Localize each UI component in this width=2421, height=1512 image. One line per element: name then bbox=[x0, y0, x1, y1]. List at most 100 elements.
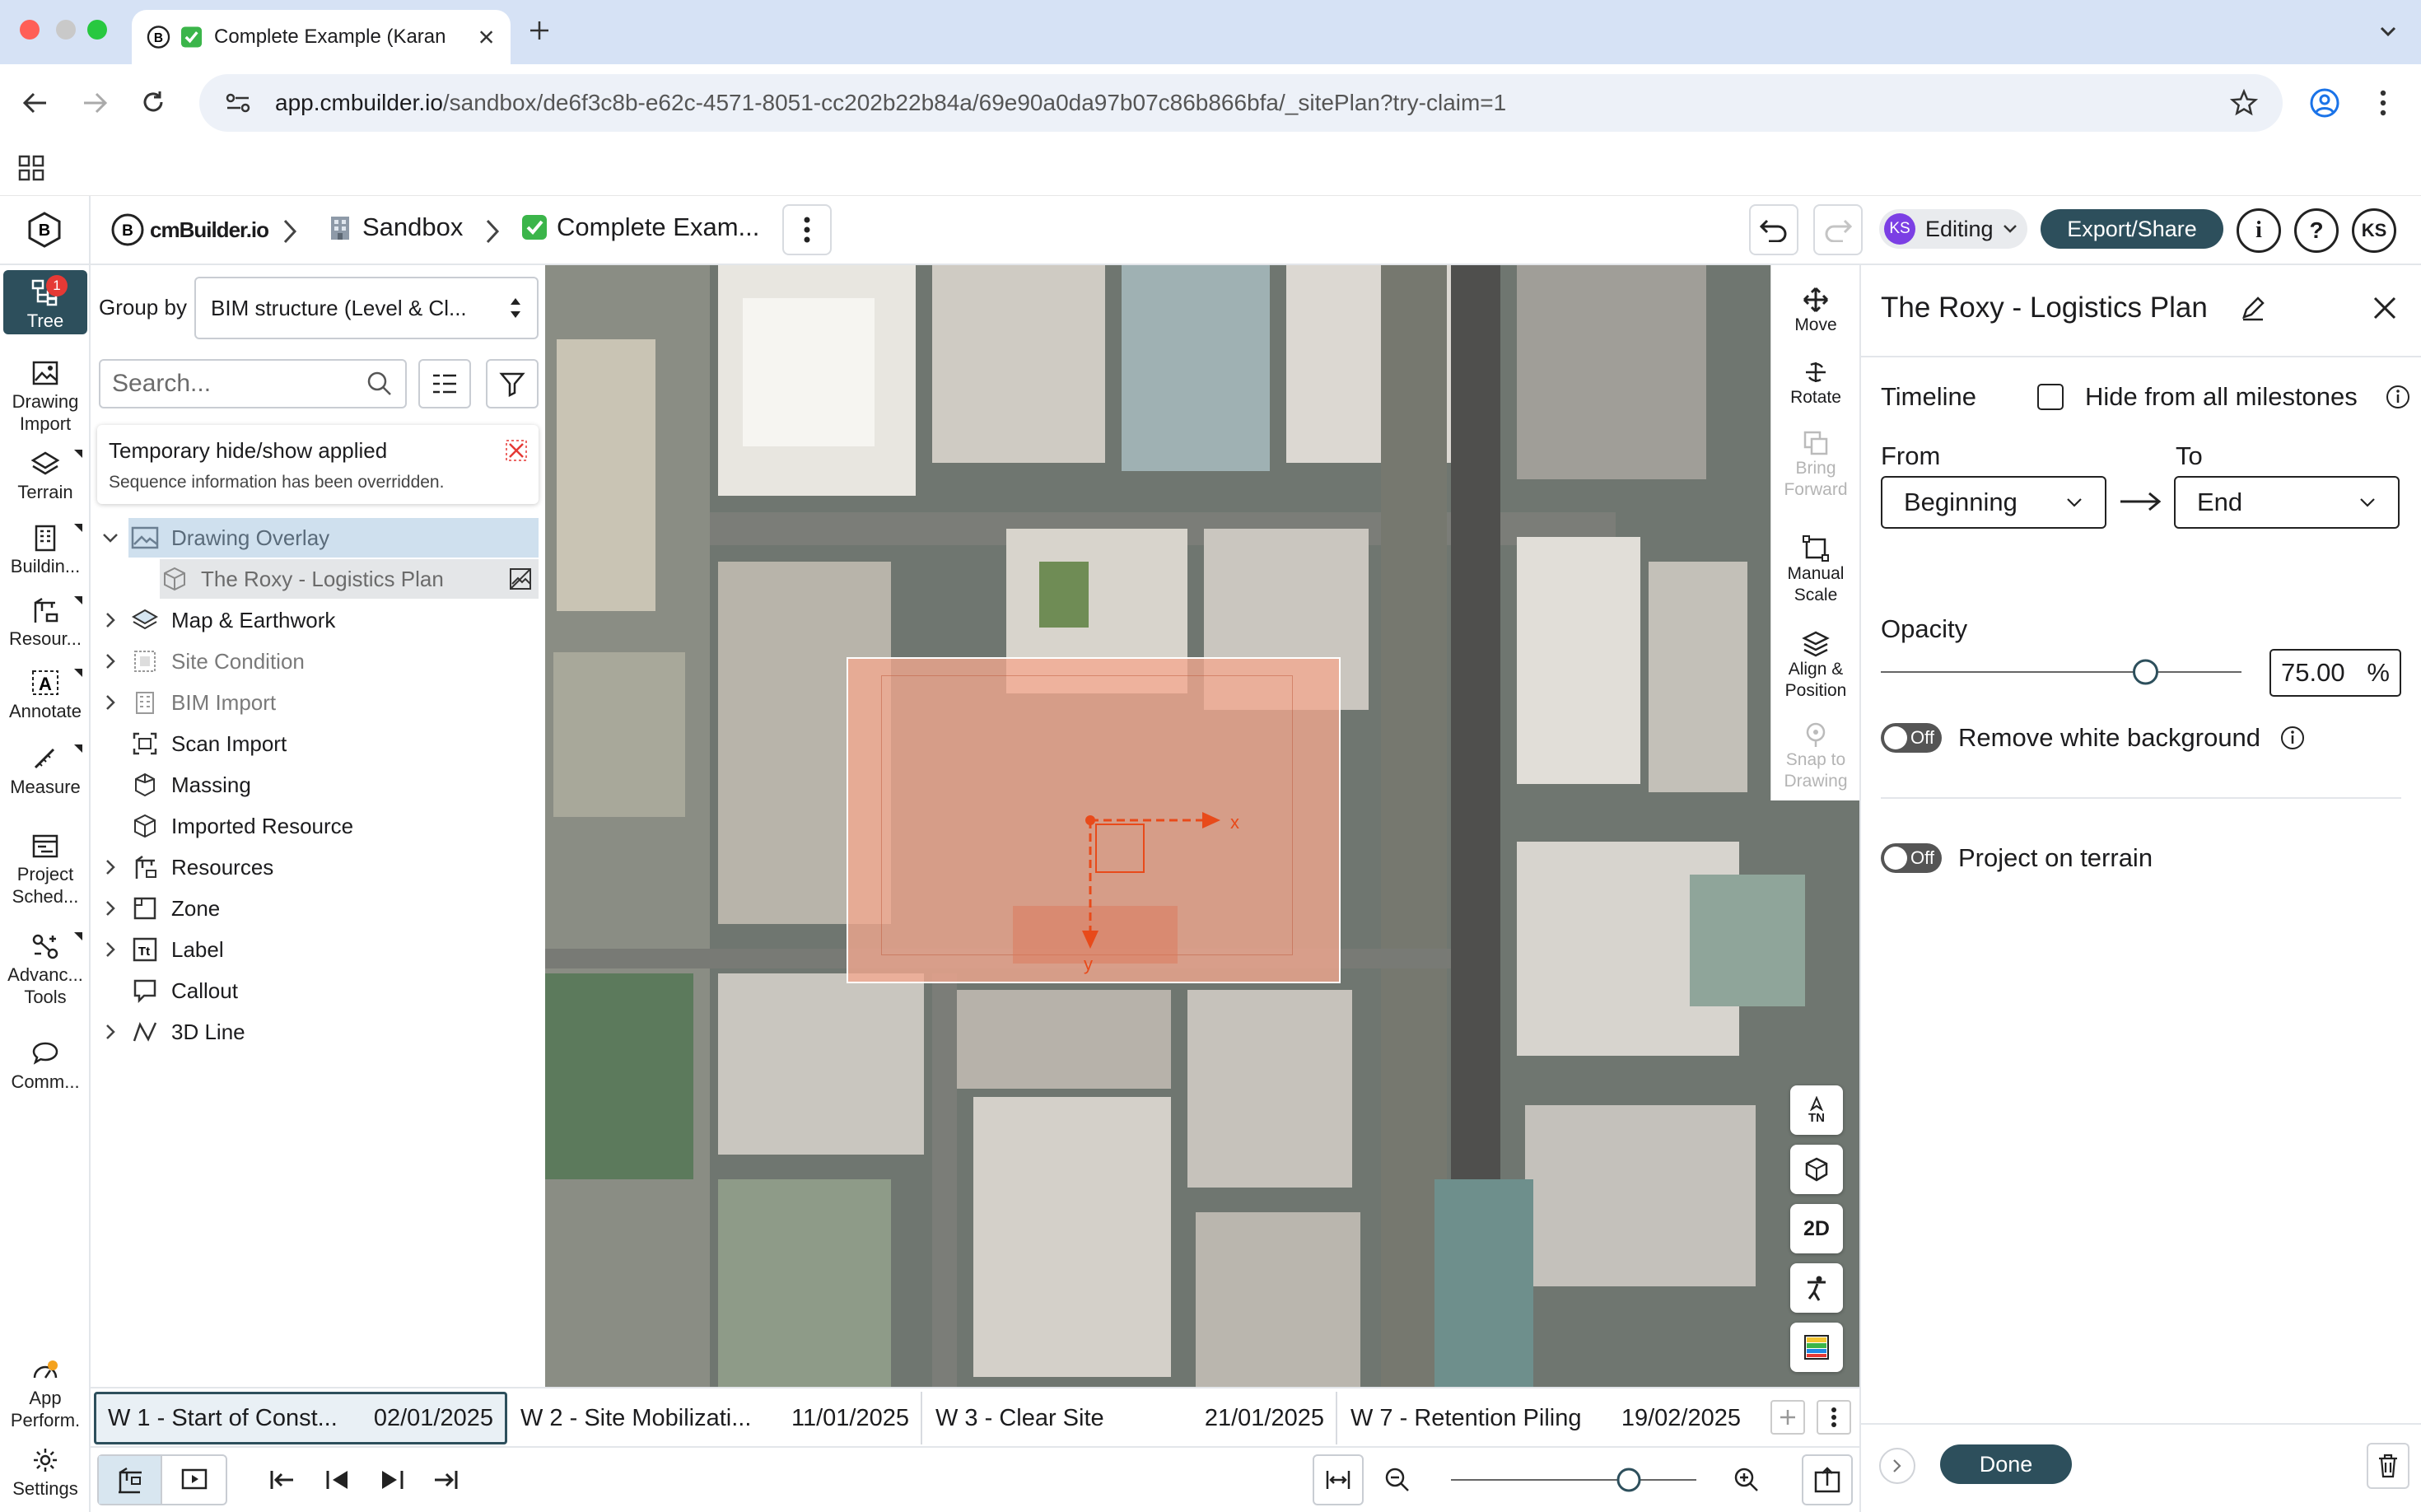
milestone-menu-button[interactable] bbox=[1817, 1400, 1851, 1435]
delete-button[interactable] bbox=[2367, 1443, 2409, 1489]
project-on-terrain-toggle[interactable]: Off bbox=[1881, 843, 1942, 873]
bookmark-star-icon[interactable] bbox=[2230, 89, 2258, 117]
timeline-from-select[interactable]: Beginning bbox=[1881, 476, 2106, 529]
remove-white-bg-toggle[interactable]: Off bbox=[1881, 723, 1942, 753]
rail-annotate-button[interactable]: A Annotate bbox=[3, 667, 87, 722]
help-button[interactable]: ? bbox=[2294, 208, 2339, 253]
view-cube-button[interactable] bbox=[1790, 1145, 1843, 1194]
edit-pencil-icon[interactable] bbox=[2240, 295, 2266, 321]
map-viewport[interactable]: x y Move Rotate Bring Forward Manual Sca… bbox=[545, 265, 1859, 1387]
presentation-view-button[interactable] bbox=[162, 1456, 226, 1504]
browser-tab[interactable]: B Complete Example (Karan bbox=[132, 10, 511, 64]
export-frame-button[interactable] bbox=[1802, 1454, 1853, 1505]
export-share-button[interactable]: Export/Share bbox=[2041, 209, 2223, 249]
redo-button[interactable] bbox=[1813, 204, 1863, 255]
rail-app-performance-button[interactable]: App Perform. bbox=[3, 1354, 87, 1431]
tab-list-chevron-icon[interactable] bbox=[2377, 20, 2400, 43]
tree-options-button[interactable] bbox=[418, 359, 471, 408]
true-north-button[interactable]: TN bbox=[1790, 1085, 1843, 1135]
rail-buildings-button[interactable]: Buildin... bbox=[3, 522, 87, 577]
manual-scale-tool-button[interactable]: Manual Scale bbox=[1771, 534, 1859, 606]
maximize-window-button[interactable] bbox=[87, 20, 107, 40]
reload-icon[interactable] bbox=[140, 89, 166, 115]
hidden-layer-icon[interactable] bbox=[509, 567, 532, 590]
breadcrumb-project[interactable]: Complete Exam... bbox=[520, 212, 759, 242]
rail-drawing-import-button[interactable]: Drawing Import bbox=[3, 357, 87, 435]
tree-item-drawing-overlay[interactable]: Drawing Overlay bbox=[92, 518, 545, 558]
opacity-input[interactable]: 75.00 % bbox=[2269, 649, 2401, 697]
chevron-right-icon[interactable] bbox=[105, 611, 116, 629]
tree-item-label[interactable]: Tt Label bbox=[92, 930, 545, 969]
site-settings-icon[interactable] bbox=[224, 91, 252, 115]
transform-axes-gizmo[interactable]: x y bbox=[1080, 809, 1253, 982]
opacity-slider[interactable] bbox=[1881, 656, 2243, 688]
minimize-window-button[interactable] bbox=[56, 20, 76, 40]
project-menu-button[interactable] bbox=[782, 204, 832, 255]
rail-settings-button[interactable]: Settings bbox=[3, 1444, 87, 1500]
add-milestone-button[interactable] bbox=[1770, 1400, 1805, 1435]
opacity-slider-thumb[interactable] bbox=[2133, 659, 2158, 685]
pedestrian-view-button[interactable] bbox=[1790, 1263, 1843, 1313]
tree-item-zone[interactable]: Zone bbox=[92, 889, 545, 928]
group-by-select[interactable]: BIM structure (Level & Cl... bbox=[194, 277, 539, 339]
zoom-slider-thumb[interactable] bbox=[1616, 1468, 1641, 1492]
chevron-right-icon[interactable] bbox=[105, 693, 116, 712]
tree-filter-button[interactable] bbox=[486, 359, 539, 408]
tree-item-roxy-logistics-plan[interactable]: The Roxy - Logistics Plan bbox=[92, 559, 545, 599]
rail-advanced-tools-button[interactable]: Advanc... Tools bbox=[3, 931, 87, 1008]
zoom-out-button[interactable] bbox=[1372, 1454, 1423, 1505]
zoom-slider[interactable] bbox=[1449, 1454, 1698, 1505]
chevron-right-icon[interactable] bbox=[105, 858, 116, 876]
rail-terrain-button[interactable]: Terrain bbox=[3, 448, 87, 503]
user-avatar-button[interactable]: KS bbox=[2352, 208, 2396, 253]
undo-button[interactable] bbox=[1749, 204, 1798, 255]
rail-comments-button[interactable]: Comm... bbox=[3, 1038, 87, 1093]
tree-item-callout[interactable]: Callout bbox=[92, 971, 545, 1010]
panel-expand-button[interactable] bbox=[1879, 1448, 1915, 1484]
close-panel-icon[interactable] bbox=[2372, 295, 2398, 321]
clear-override-icon[interactable] bbox=[504, 438, 529, 463]
rotate-tool-button[interactable]: Rotate bbox=[1771, 357, 1859, 408]
tree-item-3d-line[interactable]: 3D Line bbox=[92, 1012, 545, 1052]
tree-search-input[interactable]: Search... bbox=[99, 359, 407, 408]
browser-menu-icon[interactable] bbox=[2375, 87, 2391, 119]
rail-project-schedule-button[interactable]: Project Sched... bbox=[3, 830, 87, 908]
cmbuilder-logo[interactable]: B cmBuilder.io bbox=[110, 212, 269, 247]
chevron-down-icon[interactable] bbox=[101, 532, 119, 544]
chevron-right-icon[interactable] bbox=[105, 1023, 116, 1041]
layer-colors-button[interactable] bbox=[1790, 1323, 1843, 1372]
rail-tree-button[interactable]: Tree 1 bbox=[3, 270, 87, 334]
forward-arrow-icon[interactable] bbox=[81, 91, 109, 115]
tree-item-scan-import[interactable]: Scan Import bbox=[92, 724, 545, 763]
move-tool-button[interactable]: Move bbox=[1771, 285, 1859, 336]
new-tab-icon[interactable] bbox=[527, 18, 552, 43]
milestone-w3[interactable]: W 3 - Clear Site 21/01/2025 bbox=[924, 1392, 1337, 1444]
tree-item-imported-resource[interactable]: Imported Resource bbox=[92, 806, 545, 846]
info-button[interactable]: i bbox=[2237, 208, 2281, 253]
tree-item-resources[interactable]: Resources bbox=[92, 847, 545, 887]
bring-forward-tool-button[interactable]: Bring Forward bbox=[1771, 428, 1859, 501]
site-view-button[interactable] bbox=[99, 1456, 163, 1504]
tree-item-map-earthwork[interactable]: Map & Earthwork bbox=[92, 600, 545, 640]
view-2d-button[interactable]: 2D bbox=[1790, 1204, 1843, 1253]
chevron-right-icon[interactable] bbox=[105, 940, 116, 959]
tree-item-bim-import[interactable]: BIM Import bbox=[92, 683, 545, 722]
editing-mode-dropdown[interactable]: KS Editing bbox=[1879, 209, 2027, 249]
rail-measure-button[interactable]: Measure bbox=[3, 743, 87, 798]
rail-resources-button[interactable]: Resour... bbox=[3, 595, 87, 650]
step-forward-button[interactable] bbox=[372, 1454, 410, 1505]
close-tab-icon[interactable] bbox=[477, 27, 496, 47]
zoom-in-button[interactable] bbox=[1721, 1454, 1772, 1505]
address-bar[interactable]: app.cmbuilder.io/sandbox/de6f3c8b-e62c-4… bbox=[199, 74, 2283, 132]
close-window-button[interactable] bbox=[20, 20, 40, 40]
chevron-right-icon[interactable] bbox=[105, 899, 116, 917]
back-arrow-icon[interactable] bbox=[21, 91, 49, 115]
fit-width-button[interactable] bbox=[1313, 1454, 1364, 1505]
breadcrumb-sandbox[interactable]: Sandbox bbox=[326, 212, 463, 242]
skip-to-end-button[interactable] bbox=[427, 1454, 464, 1505]
profile-icon[interactable] bbox=[2309, 87, 2340, 119]
timeline-to-select[interactable]: End bbox=[2174, 476, 2400, 529]
apps-grid-icon[interactable] bbox=[18, 155, 44, 181]
app-home-button[interactable]: B bbox=[0, 196, 91, 264]
hide-from-milestones-checkbox[interactable] bbox=[2037, 384, 2064, 410]
